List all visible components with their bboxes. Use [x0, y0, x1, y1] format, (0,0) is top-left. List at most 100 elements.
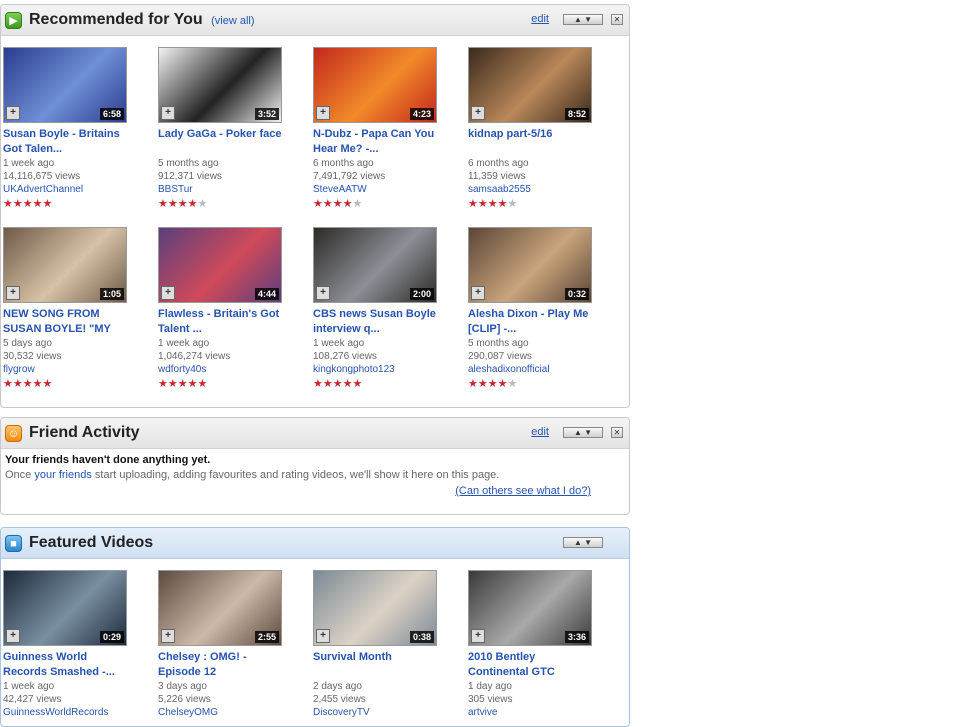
video-thumbnail[interactable]: +0:32 — [468, 227, 592, 303]
video-uploader[interactable]: samsaab2555 — [468, 183, 596, 197]
star-icon: ★ — [177, 198, 188, 210]
add-to-quicklist-icon[interactable]: + — [316, 286, 330, 300]
video-title[interactable]: Alesha Dixon - Play Me [CLIP] -... — [468, 307, 596, 337]
add-to-quicklist-icon[interactable]: + — [471, 629, 485, 643]
video-item[interactable]: +0:32 Alesha Dixon - Play Me [CLIP] -... 5… — [468, 227, 596, 391]
video-thumbnail[interactable]: +1:05 — [3, 227, 127, 303]
star-icon: ★ — [342, 378, 353, 390]
star-icon: ★ — [497, 378, 508, 390]
star-icon: ★ — [313, 198, 323, 210]
video-title[interactable]: Susan Boyle - Britains Got Talen... — [3, 127, 131, 157]
video-uploader[interactable]: aleshadixonofficial — [468, 363, 596, 377]
video-title[interactable]: CBS news Susan Boyle interview q... — [313, 307, 441, 337]
star-icon: ★ — [352, 198, 363, 210]
video-uploader[interactable]: kingkongphoto123 — [313, 363, 441, 377]
video-title[interactable]: Lady GaGa - Poker face — [158, 127, 286, 157]
video-title[interactable]: Chelsey : OMG! - Episode 12 — [158, 650, 286, 680]
video-item[interactable]: +3:52 Lady GaGa - Poker face 5 months ago 9… — [158, 47, 286, 211]
video-thumbnail[interactable]: +8:52 — [468, 47, 592, 123]
video-uploader[interactable]: wdforty40s — [158, 363, 286, 377]
add-to-quicklist-icon[interactable]: + — [316, 106, 330, 120]
video-item[interactable]: +1:05 NEW SONG FROM SUSAN BOYLE! "MY 5 day… — [3, 227, 131, 391]
video-uploader[interactable]: flygrow — [3, 363, 131, 377]
video-title[interactable]: kidnap part-5/16 — [468, 127, 596, 157]
video-item[interactable]: +8:52 kidnap part-5/16 6 months ago 11,359 … — [468, 47, 596, 211]
video-uploader[interactable]: artvive — [468, 706, 596, 720]
close-icon[interactable]: ✕ — [611, 14, 623, 25]
video-thumbnail[interactable]: +6:58 — [3, 47, 127, 123]
friend-edit-link[interactable]: edit — [531, 426, 549, 438]
friend-activity-title: Friend Activity — [29, 424, 140, 441]
star-icon: ★ — [22, 378, 33, 390]
video-title[interactable]: N-Dubz - Papa Can You Hear Me? -... — [313, 127, 441, 157]
video-title[interactable]: Flawless - Britain's Got Talent ... — [158, 307, 286, 337]
video-thumbnail[interactable]: +2:55 — [158, 570, 282, 646]
video-duration: 1:05 — [99, 288, 124, 300]
video-title[interactable]: Guinness World Records Smashed -... — [3, 650, 131, 680]
video-age: 5 months ago — [158, 158, 219, 169]
featured-videos-title: Featured Videos — [29, 534, 154, 551]
friend-empty-heading: Your friends haven't done anything yet. — [5, 454, 211, 466]
recommended-icon: ▶ — [5, 12, 22, 29]
video-thumbnail[interactable]: +2:00 — [313, 227, 437, 303]
star-icon: ★ — [322, 198, 333, 210]
recommended-module: ▶ Recommended for You (view all) edit ▲ … — [0, 4, 630, 408]
your-friends-link[interactable]: your friends — [34, 469, 91, 481]
star-icon: ★ — [477, 378, 488, 390]
star-rating: ★★★★★ — [158, 197, 286, 211]
video-duration: 0:32 — [564, 288, 589, 300]
add-to-quicklist-icon[interactable]: + — [6, 629, 20, 643]
video-item[interactable]: +3:36 2010 Bentley Continental GTC 1 day a… — [468, 570, 596, 720]
video-item[interactable]: +2:00 CBS news Susan Boyle interview q...… — [313, 227, 441, 391]
star-icon: ★ — [468, 198, 478, 210]
add-to-quicklist-icon[interactable]: + — [161, 106, 175, 120]
add-to-quicklist-icon[interactable]: + — [316, 629, 330, 643]
video-uploader[interactable]: SteveAATW — [313, 183, 441, 197]
close-icon[interactable]: ✕ — [611, 427, 623, 438]
video-item[interactable]: +4:23 N-Dubz - Papa Can You Hear Me? -...… — [313, 47, 441, 211]
video-item[interactable]: +0:38 Survival Month 2 days ago 2,455 views… — [313, 570, 441, 720]
add-to-quicklist-icon[interactable]: + — [161, 629, 175, 643]
video-title[interactable]: Survival Month — [313, 650, 441, 680]
video-thumbnail[interactable]: +0:38 — [313, 570, 437, 646]
add-to-quicklist-icon[interactable]: + — [471, 286, 485, 300]
video-uploader[interactable]: BBSTur — [158, 183, 286, 197]
video-uploader[interactable]: GuinnessWorldRecords — [3, 706, 131, 720]
star-rating: ★★★★★ — [3, 377, 131, 391]
video-views: 305 views — [468, 694, 513, 705]
video-thumbnail[interactable]: +3:36 — [468, 570, 592, 646]
star-rating: ★★★★★ — [313, 377, 441, 391]
video-views: 290,087 views — [468, 351, 532, 362]
video-uploader[interactable]: ChelseyOMG — [158, 706, 286, 720]
move-up-down-icon[interactable]: ▲ ▼ — [563, 537, 603, 548]
video-uploader[interactable]: DiscoveryTV — [313, 706, 441, 720]
star-icon: ★ — [322, 378, 333, 390]
star-icon: ★ — [177, 378, 188, 390]
add-to-quicklist-icon[interactable]: + — [161, 286, 175, 300]
view-all-link[interactable]: (view all) — [211, 15, 254, 27]
video-views: 42,427 views — [3, 694, 62, 705]
video-thumbnail[interactable]: +4:44 — [158, 227, 282, 303]
video-title[interactable]: 2010 Bentley Continental GTC — [468, 650, 596, 680]
video-title[interactable]: NEW SONG FROM SUSAN BOYLE! "MY — [3, 307, 131, 337]
add-to-quicklist-icon[interactable]: + — [471, 106, 485, 120]
add-to-quicklist-icon[interactable]: + — [6, 286, 20, 300]
move-up-down-icon[interactable]: ▲ ▼ — [563, 427, 603, 438]
video-duration: 4:44 — [254, 288, 279, 300]
recommended-edit-link[interactable]: edit — [531, 13, 549, 25]
video-thumbnail[interactable]: +3:52 — [158, 47, 282, 123]
video-thumbnail[interactable]: +0:29 — [3, 570, 127, 646]
video-item[interactable]: +6:58 Susan Boyle - Britains Got Talen...… — [3, 47, 131, 211]
star-icon: ★ — [197, 198, 208, 210]
video-item[interactable]: +0:29 Guinness World Records Smashed -...… — [3, 570, 131, 720]
video-item[interactable]: +2:55 Chelsey : OMG! - Episode 12 3 days a… — [158, 570, 286, 720]
add-to-quicklist-icon[interactable]: + — [6, 106, 20, 120]
move-up-down-icon[interactable]: ▲ ▼ — [563, 14, 603, 25]
video-item[interactable]: +4:44 Flawless - Britain's Got Talent ...… — [158, 227, 286, 391]
privacy-help-link[interactable]: (Can others see what I do?) — [455, 485, 591, 497]
video-views: 14,116,675 views — [3, 171, 81, 182]
video-uploader[interactable]: UKAdvertChannel — [3, 183, 131, 197]
video-age: 5 days ago — [3, 338, 52, 349]
star-icon: ★ — [3, 378, 13, 390]
video-thumbnail[interactable]: +4:23 — [313, 47, 437, 123]
